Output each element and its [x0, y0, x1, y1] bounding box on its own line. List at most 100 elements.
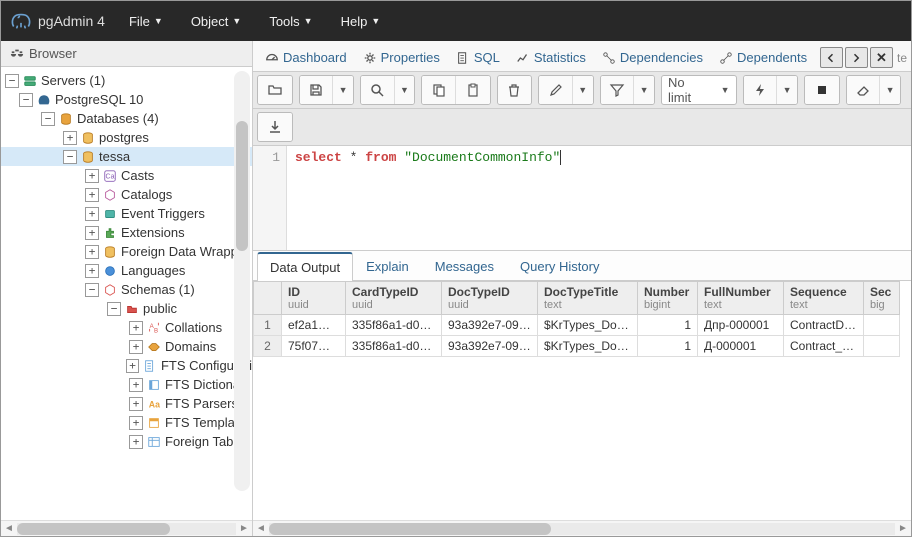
- tree-fdw[interactable]: +Foreign Data Wrappe: [1, 242, 252, 261]
- tab-statistics[interactable]: Statistics: [508, 46, 594, 69]
- expand-icon[interactable]: +: [85, 207, 99, 221]
- menu-file[interactable]: File▼: [115, 1, 177, 41]
- column-header[interactable]: Secbig: [864, 282, 900, 315]
- limit-select[interactable]: No limit▼: [661, 75, 737, 105]
- scroll-right-icon[interactable]: ►: [236, 521, 252, 537]
- tab-dashboard[interactable]: Dashboard: [257, 46, 355, 69]
- cell[interactable]: 1: [638, 336, 698, 357]
- tree-db-postgres[interactable]: +postgres: [1, 128, 252, 147]
- clear-dropdown[interactable]: ▼: [880, 76, 900, 104]
- tree-domains[interactable]: +Domains: [1, 337, 252, 356]
- cell[interactable]: Дпр-000001: [698, 315, 784, 336]
- menu-help[interactable]: Help▼: [327, 1, 395, 41]
- tab-data-output[interactable]: Data Output: [257, 252, 353, 281]
- expand-icon[interactable]: +: [85, 169, 99, 183]
- expand-icon[interactable]: +: [63, 131, 77, 145]
- cell[interactable]: ContractDr…: [784, 315, 864, 336]
- editor-content[interactable]: select * from "DocumentCommonInfo": [287, 146, 911, 250]
- sidebar-hscroll[interactable]: ◄ ►: [1, 520, 252, 536]
- tree-fts-templates[interactable]: +FTS Template: [1, 413, 252, 432]
- cell[interactable]: [864, 315, 900, 336]
- tree-foreign-table[interactable]: +Foreign Table: [1, 432, 252, 451]
- tree-postgresql[interactable]: −PostgreSQL 10: [1, 90, 252, 109]
- save-button[interactable]: [300, 76, 334, 104]
- tree-servers[interactable]: −Servers (1): [1, 71, 252, 90]
- result-grid[interactable]: IDuuidCardTypeIDuuidDocTypeIDuuidDocType…: [253, 281, 911, 520]
- tree-scrollbar[interactable]: [234, 71, 250, 491]
- filter-button[interactable]: [601, 76, 635, 104]
- scroll-left-icon[interactable]: ◄: [253, 521, 269, 537]
- expand-icon[interactable]: +: [129, 416, 143, 430]
- filter-dropdown[interactable]: ▼: [634, 76, 654, 104]
- tab-query-history[interactable]: Query History: [507, 252, 612, 281]
- collapse-icon[interactable]: −: [41, 112, 55, 126]
- column-header[interactable]: Numberbigint: [638, 282, 698, 315]
- save-dropdown[interactable]: ▼: [333, 76, 353, 104]
- cell[interactable]: $KrTypes_DocT…: [538, 336, 638, 357]
- download-button[interactable]: [258, 113, 292, 141]
- edit-button[interactable]: [539, 76, 573, 104]
- collapse-icon[interactable]: −: [85, 283, 99, 297]
- column-header[interactable]: FullNumbertext: [698, 282, 784, 315]
- menu-object[interactable]: Object▼: [177, 1, 256, 41]
- cell[interactable]: $KrTypes_DocT…: [538, 315, 638, 336]
- table-row[interactable]: 275f07…335f86a1-d00…93a392e7-09…$KrTypes…: [254, 336, 900, 357]
- tab-explain[interactable]: Explain: [353, 252, 422, 281]
- tree-databases[interactable]: −Databases (4): [1, 109, 252, 128]
- tab-messages[interactable]: Messages: [422, 252, 507, 281]
- tab-dependencies[interactable]: Dependencies: [594, 46, 711, 69]
- expand-icon[interactable]: +: [129, 378, 143, 392]
- tab-sql[interactable]: SQL: [448, 46, 508, 69]
- expand-icon[interactable]: +: [85, 188, 99, 202]
- tree-schema-public[interactable]: −public: [1, 299, 252, 318]
- cell[interactable]: Contract_20…: [784, 336, 864, 357]
- cell[interactable]: 335f86a1-d00…: [346, 315, 442, 336]
- expand-icon[interactable]: +: [126, 359, 140, 373]
- column-header[interactable]: IDuuid: [282, 282, 346, 315]
- execute-button[interactable]: [744, 76, 778, 104]
- delete-button[interactable]: [498, 76, 532, 104]
- column-header[interactable]: DocTypeTitletext: [538, 282, 638, 315]
- tab-properties[interactable]: Properties: [355, 46, 448, 69]
- cell[interactable]: 75f07…: [282, 336, 346, 357]
- cell[interactable]: 93a392e7-09…: [442, 336, 538, 357]
- tab-prev-button[interactable]: [820, 47, 843, 68]
- tree-fts-parsers[interactable]: +AaFTS Parsers: [1, 394, 252, 413]
- tree-extensions[interactable]: +Extensions: [1, 223, 252, 242]
- edit-dropdown[interactable]: ▼: [573, 76, 593, 104]
- tab-dependents[interactable]: Dependents: [711, 46, 815, 69]
- scroll-left-icon[interactable]: ◄: [1, 521, 17, 537]
- expand-icon[interactable]: +: [129, 321, 143, 335]
- tree-casts[interactable]: +CaCasts: [1, 166, 252, 185]
- expand-icon[interactable]: +: [85, 264, 99, 278]
- find-button[interactable]: [361, 76, 395, 104]
- find-dropdown[interactable]: ▼: [395, 76, 415, 104]
- menu-tools[interactable]: Tools▼: [255, 1, 326, 41]
- scroll-right-icon[interactable]: ►: [895, 521, 911, 537]
- copy-button[interactable]: [422, 76, 456, 104]
- cell[interactable]: 335f86a1-d00…: [346, 336, 442, 357]
- execute-dropdown[interactable]: ▼: [777, 76, 797, 104]
- cell[interactable]: 93a392e7-09…: [442, 315, 538, 336]
- expand-icon[interactable]: +: [129, 397, 143, 411]
- collapse-icon[interactable]: −: [5, 74, 19, 88]
- open-file-button[interactable]: [258, 76, 292, 104]
- expand-icon[interactable]: +: [129, 435, 143, 449]
- tree-fts-dict[interactable]: +FTS Dictionari: [1, 375, 252, 394]
- tree-collations[interactable]: +ABCollations: [1, 318, 252, 337]
- cell[interactable]: ef2a1…: [282, 315, 346, 336]
- cell[interactable]: [864, 336, 900, 357]
- collapse-icon[interactable]: −: [63, 150, 77, 164]
- tree-event-triggers[interactable]: +Event Triggers: [1, 204, 252, 223]
- tree-db-tessa[interactable]: −tessa: [1, 147, 252, 166]
- column-header[interactable]: DocTypeIDuuid: [442, 282, 538, 315]
- content-hscroll[interactable]: ◄ ►: [253, 520, 911, 536]
- stop-button[interactable]: [805, 76, 839, 104]
- expand-icon[interactable]: +: [129, 340, 143, 354]
- collapse-icon[interactable]: −: [107, 302, 121, 316]
- tree-fts-config[interactable]: +FTS Configurati: [1, 356, 252, 375]
- tree-schemas[interactable]: −Schemas (1): [1, 280, 252, 299]
- paste-button[interactable]: [456, 76, 490, 104]
- cell[interactable]: 1: [638, 315, 698, 336]
- tree-languages[interactable]: +Languages: [1, 261, 252, 280]
